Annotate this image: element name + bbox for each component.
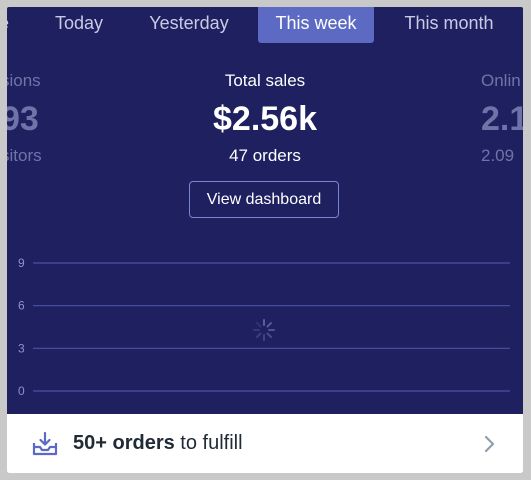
stat-total-sales-value: $2.56k <box>213 100 317 138</box>
sales-overview-card: e Today Yesterday This week This month s… <box>7 7 523 473</box>
y-tick-label: 0 <box>18 384 25 398</box>
spinner-icon <box>253 319 275 341</box>
stat-online-label: Onlin <box>481 71 521 90</box>
tab-this-week[interactable]: This week <box>258 7 374 43</box>
chevron-right-icon <box>484 435 495 453</box>
stat-total-sales-label: Total sales <box>224 71 306 90</box>
stat-total-sales-orders: 47 orders <box>229 146 301 165</box>
stat-online-sub: 2.09 <box>481 146 515 165</box>
y-tick-label: 3 <box>18 341 25 355</box>
inbox-download-icon <box>32 431 58 456</box>
orders-count: 50+ orders <box>73 432 175 454</box>
tab-this-month[interactable]: This month <box>395 7 503 43</box>
orders-suffix: to fulfill <box>174 432 243 454</box>
tab-today[interactable]: Today <box>47 7 111 43</box>
stat-sessions: sions 93 sitors <box>7 67 42 169</box>
stat-sessions-value: 93 <box>7 100 39 138</box>
tab-yesterday[interactable]: Yesterday <box>139 7 239 43</box>
y-tick-label: 9 <box>18 256 25 270</box>
date-range-tabs: e Today Yesterday This week This month <box>7 7 523 47</box>
stat-total-sales: Total sales $2.56k 47 orders <box>165 67 365 169</box>
stat-online-value: 2.1 <box>481 100 523 138</box>
tab-partial-left[interactable]: e <box>7 7 15 43</box>
stat-sessions-sub: sitors <box>7 146 42 165</box>
view-dashboard-button[interactable]: View dashboard <box>189 181 339 218</box>
stat-online: Onlin 2.1 2.09 <box>481 67 523 169</box>
y-tick-label: 6 <box>18 299 25 313</box>
sales-chart: 9 6 3 0 <box>18 256 510 398</box>
stat-sessions-label: sions <box>7 71 41 90</box>
orders-to-fulfill-row[interactable]: 50+ orders to fulfill <box>7 414 523 473</box>
orders-to-fulfill-text: 50+ orders to fulfill <box>73 414 243 473</box>
